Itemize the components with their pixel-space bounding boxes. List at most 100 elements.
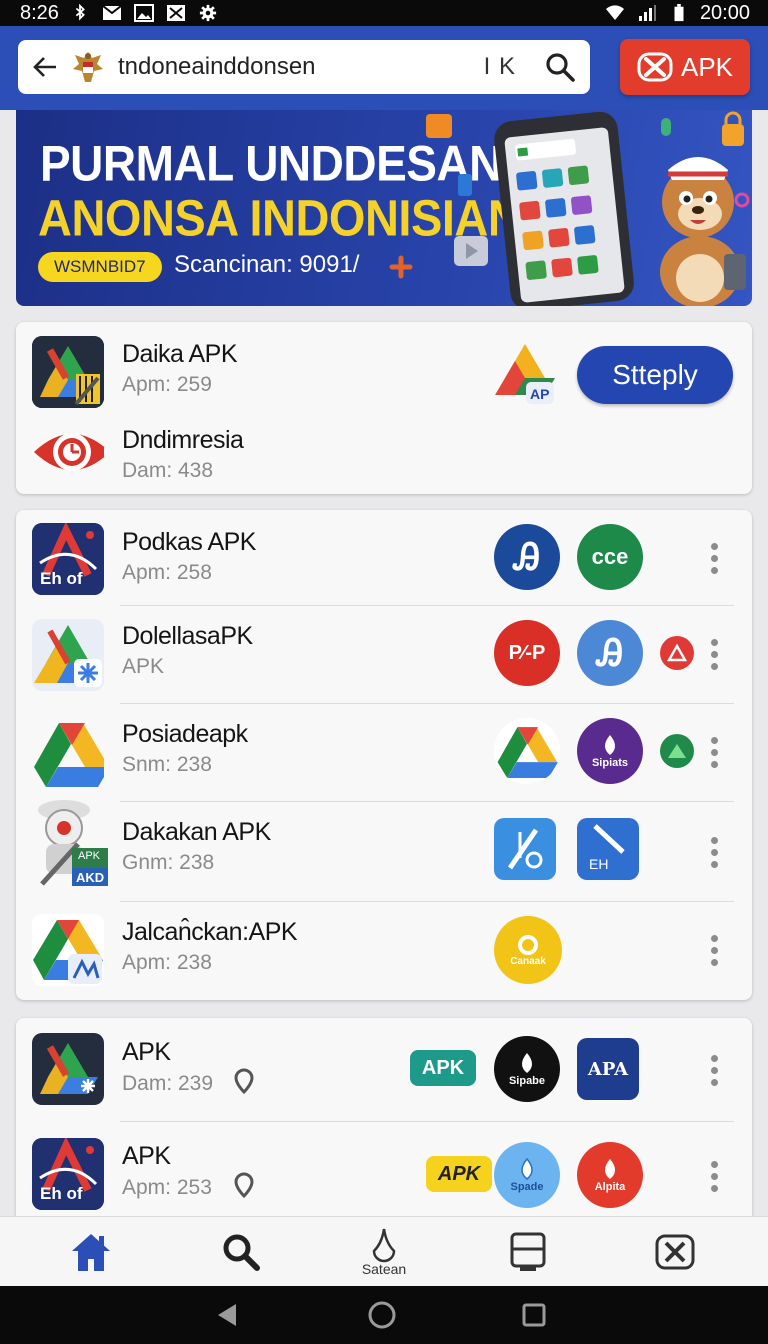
system-navigation-bar [0,1286,768,1344]
red-alpita-app-icon[interactable]: Alpita [577,1142,643,1208]
signal-icon [636,3,658,23]
apps-list-card: Eh of Podkas APK Apm: 258 Ꭿ cce Dolellas… [16,510,752,1000]
list-item[interactable]: APK AKD Dakakan APK Gnm: 238 EH [16,800,752,902]
list-item[interactable]: DolellasaPK APK P⁄-P Ꭿ [16,606,752,704]
app-name: Dakakan APK [122,818,271,846]
blue-scissors-app-icon[interactable] [494,818,556,880]
more-options-icon[interactable] [702,732,726,772]
apk-tag[interactable]: APK [426,1156,492,1192]
more-options-icon[interactable] [702,634,726,674]
nav-downloads[interactable] [478,1217,578,1287]
lightblue-compass-app-icon[interactable]: Ꭿ [577,620,643,686]
nav-satean[interactable]: Satean [334,1217,434,1287]
system-recents-icon[interactable] [519,1300,549,1330]
location-pin-icon [234,1172,254,1199]
red-eye-icon [32,416,104,488]
banner-badge: WSMNBID7 [38,252,162,282]
decorative-ring-icon [734,192,750,208]
navy-apa-app-icon[interactable]: APA [577,1038,639,1100]
home-icon [72,1234,110,1271]
blue-eh-app-icon[interactable]: EH [577,818,639,880]
nav-home[interactable] [41,1217,141,1287]
promo-banner[interactable]: PURMAL UNDDESAN ANONSA INDONISIAN WSMNBI… [16,110,752,306]
icon-badge-label: Eh of [40,569,83,588]
drive-round-app-icon[interactable] [494,718,560,784]
decorative-pill-icon [661,118,671,136]
drop-icon [372,1228,396,1263]
small-green-triangle-icon[interactable] [660,734,694,768]
wifi-icon [604,3,626,23]
apk-button[interactable]: APK [620,39,750,95]
stteply-button[interactable]: Stteply [577,346,733,404]
google-drive-pencil-icon [32,336,104,408]
decorative-lock-icon [722,111,744,146]
drive-ap-label: AP [530,386,550,402]
nav-apk[interactable] [625,1217,725,1287]
battery-icon [668,3,690,23]
downloads-icon [510,1232,546,1271]
decorative-bottle-icon [458,174,472,196]
system-home-icon[interactable] [367,1300,397,1330]
app-name: APK [122,1038,171,1066]
app-name: Daika APK [122,340,238,368]
apk-x-icon [655,1234,695,1270]
search-icon[interactable] [544,51,576,83]
list-item[interactable]: Posiadeapk Snm: 238 Sipiats [16,704,752,802]
apk-list-card: APK Dam: 239 APK Sipabe APA Eh of APK Ap… [16,1018,752,1228]
blue-compass-app-icon[interactable]: Ꭿ [494,524,560,590]
banner-subtitle: ANONSA INDONISIAN [38,188,522,247]
yellow-canaak-app-icon[interactable]: Canaak [494,916,562,984]
app-name: Dndimresia [122,426,244,454]
settings-gear-icon [197,3,219,23]
list-item[interactable]: Eh of APK Apm: 253 APK Spade Alpita [16,1122,752,1228]
nav-search[interactable] [191,1217,291,1287]
red-triangle-app-icon: Eh of [32,523,104,595]
decorative-play-cube-icon [454,236,488,266]
more-options-icon[interactable] [702,538,726,578]
apk-tag[interactable]: APK [410,1050,476,1086]
app-meta: APK [122,655,165,678]
featured-apps-card: Daika APK Apm: 259 Dndimresia Dam: 438 A… [16,322,752,494]
app-name: Jalcan̂ckan:APK [122,918,298,946]
list-item[interactable]: Jalcan̂ckan:APK Apm: 238 Canaak [16,902,752,1000]
app-meta: Dam: 239 [122,1072,214,1095]
search-input[interactable]: tndoneainddonsen [118,53,484,81]
search-bar[interactable]: tndoneainddonsen I K [18,40,590,94]
red-pp-app-icon[interactable]: P⁄-P [494,620,560,686]
more-options-icon[interactable] [702,832,726,872]
app-meta: Apm: 238 [122,951,212,974]
bottom-navigation: Satean [0,1216,768,1286]
status-bar: 8:26 20:00 [0,0,768,26]
google-drive-icon [32,717,104,789]
search-suffix-text: I K [483,53,516,80]
more-options-icon[interactable] [702,1050,726,1090]
app-name: DolellasaPK [122,622,253,650]
back-arrow-icon[interactable] [32,54,58,80]
more-options-icon[interactable] [702,1156,726,1196]
app-meta: Apm: 259 [122,373,212,396]
lightblue-spade-app-icon[interactable]: Spade [494,1142,560,1208]
phone-illustration [494,111,634,306]
list-item[interactable]: Dndimresia Dam: 438 [16,408,752,494]
app-meta: Apm: 253 [122,1176,212,1199]
purple-sipiats-app-icon[interactable]: Sipiats [577,718,643,784]
garuda-emblem-icon [68,47,108,87]
red-triangle-app-icon: Eh of [32,1138,104,1210]
nav-label: Satean [361,1261,407,1277]
system-back-icon[interactable] [212,1300,242,1330]
drive-ap-icon[interactable]: AP [492,340,558,406]
black-sipabe-app-icon[interactable]: Sipabe [494,1036,560,1102]
list-item[interactable]: Eh of Podkas APK Apm: 258 Ꭿ cce [16,510,752,606]
status-time: 8:26 [20,1,59,24]
small-red-triangle-icon[interactable] [660,636,694,670]
app-name: Posiadeapk [122,720,248,748]
green-cce-app-icon[interactable]: cce [577,524,643,590]
drive-snowflake-icon [32,619,104,691]
icon-badge-label: Eh of [40,1184,83,1203]
app-meta: Gnm: 238 [122,851,215,874]
app-header: tndoneainddonsen I K APK [0,26,768,110]
apk-x-logo-icon [637,52,673,82]
more-options-icon[interactable] [702,930,726,970]
list-item[interactable]: APK Dam: 239 APK Sipabe APA [16,1018,752,1122]
status-clock: 20:00 [699,1,750,24]
